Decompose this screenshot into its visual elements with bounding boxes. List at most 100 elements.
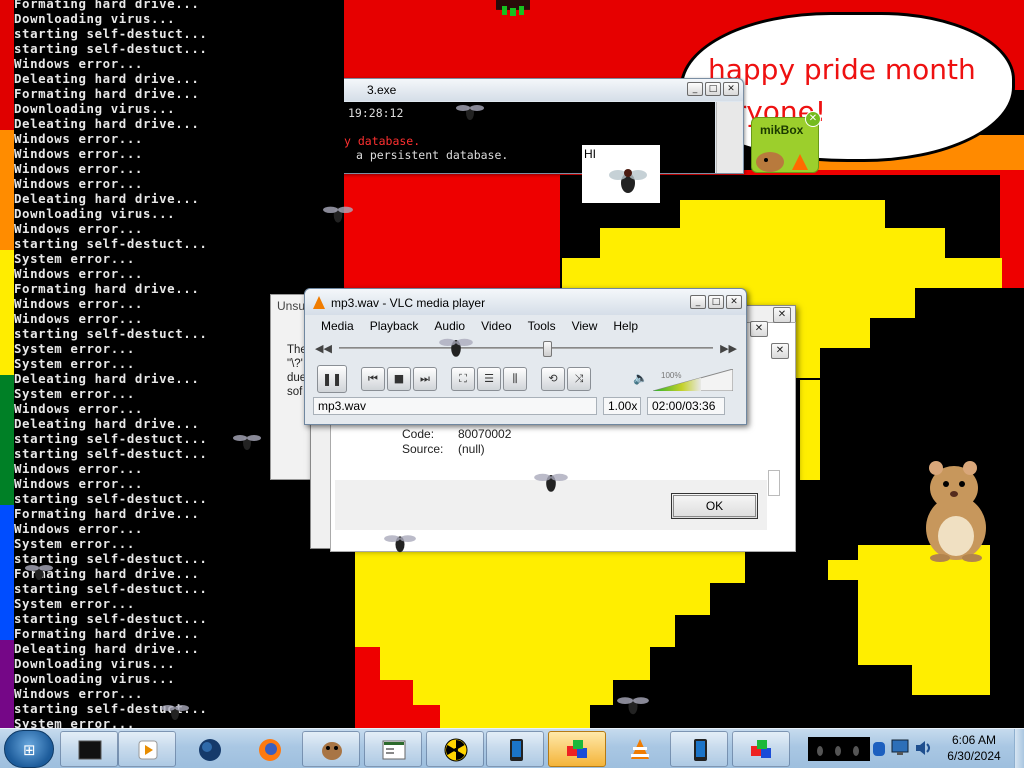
seek-forward-icon[interactable]: ▶▶	[720, 342, 737, 355]
mikbox-close-button[interactable]: ✕	[805, 111, 821, 127]
menu-media[interactable]: Media	[313, 317, 362, 335]
exe-window[interactable]: 3.exe _ □ ✕ 19:28:12 y database. a persi…	[330, 78, 744, 174]
chipmunk-icon	[322, 742, 342, 760]
volume-speaker-icon[interactable]: 🔈	[633, 371, 648, 385]
stop-button[interactable]: ■	[387, 367, 411, 391]
error-dialog2-close-button[interactable]: ✕	[750, 321, 768, 337]
hamster-icon	[926, 461, 986, 562]
menu-playback[interactable]: Playback	[362, 317, 427, 335]
ok-button[interactable]: OK	[671, 493, 758, 519]
error-dialog3-close-button[interactable]: ✕	[771, 343, 789, 359]
seek-handle[interactable]	[542, 341, 552, 357]
fly-icon	[384, 535, 416, 553]
taskbar-item-cube[interactable]	[732, 731, 790, 767]
menu-video[interactable]: Video	[473, 317, 519, 335]
exe-title: 3.exe	[367, 83, 397, 97]
extended-settings-button[interactable]: ⫼	[503, 367, 527, 391]
volume-tray-icon[interactable]	[914, 739, 932, 757]
exe-titlebar[interactable]: 3.exe _ □ ✕	[331, 79, 743, 101]
show-desktop-button[interactable]	[1014, 729, 1024, 768]
playlist-button[interactable]: ☰	[477, 367, 501, 391]
tray-flies-icon	[808, 737, 870, 761]
taskbar-item-globe[interactable]	[180, 731, 238, 767]
exe-close-button[interactable]: ✕	[723, 82, 739, 96]
console-line: Windows error...	[14, 521, 143, 536]
seek-track[interactable]	[339, 347, 713, 349]
taskbar-item-vlc[interactable]	[610, 731, 668, 767]
taskbar: ⊞ 6:06 AM 6/30/2024	[0, 728, 1024, 768]
vlc-minimize-button[interactable]: _	[690, 295, 706, 309]
taskbar-item-spreadsheet[interactable]	[364, 731, 422, 767]
vlc-close-button[interactable]: ✕	[726, 295, 742, 309]
chipmunk-icon	[756, 152, 808, 172]
exe-line	[338, 120, 709, 134]
spreadsheet-icon	[382, 740, 406, 760]
fullscreen-button[interactable]: ⛶	[451, 367, 475, 391]
fly-icon	[323, 206, 353, 223]
green-dots-icon	[496, 0, 530, 16]
taskbar-item-cube-active[interactable]	[548, 731, 606, 767]
taskbar-item-firefox[interactable]	[240, 731, 298, 767]
vlc-menubar: Media Playback Audio Video Tools View He…	[313, 317, 646, 335]
taskbar-item-phone-2[interactable]	[670, 731, 728, 767]
system-clock[interactable]: 6:06 AM 6/30/2024	[934, 732, 1014, 764]
console-line: starting self-destuct...	[14, 41, 208, 56]
shuffle-button[interactable]: ⤨	[567, 367, 591, 391]
loop-button[interactable]: ⟲	[541, 367, 565, 391]
volume-percent: 100%	[661, 371, 682, 380]
bluetooth-icon[interactable]	[872, 741, 886, 757]
exe-minimize-button[interactable]: _	[687, 82, 703, 96]
console-line: System error...	[14, 251, 135, 266]
taskbar-item-radiation[interactable]	[426, 731, 484, 767]
fly-icon	[439, 338, 473, 357]
console-line: Windows error...	[14, 131, 143, 146]
fly-icon	[609, 169, 647, 193]
previous-button[interactable]: ⏮	[361, 367, 385, 391]
vlc-window[interactable]: mp3.wav - VLC media player _ □ ✕ Media P…	[304, 288, 747, 425]
speech-bubble-text: happy pride month ryone!	[708, 53, 976, 128]
status-time[interactable]: 02:00/03:36	[647, 397, 725, 415]
taskbar-item-media-player[interactable]	[118, 731, 176, 767]
console-line: System error...	[14, 536, 135, 551]
seek-back-icon[interactable]: ◀◀	[315, 342, 332, 355]
exe-line: 19:28:12	[348, 106, 404, 120]
console-line: starting self-destuct...	[14, 236, 208, 251]
exe-scrollbar[interactable]	[716, 102, 742, 173]
console-line: starting self-destuct...	[14, 551, 208, 566]
code-value: 80070002	[458, 427, 512, 441]
firefox-icon	[259, 739, 281, 761]
console-line: Windows error...	[14, 161, 143, 176]
vlc-titlebar[interactable]: mp3.wav - VLC media player _ □ ✕	[305, 289, 746, 315]
console-line: Downloading virus...	[14, 101, 176, 116]
console-line: Deleating hard drive...	[14, 116, 200, 131]
network-icon[interactable]	[890, 739, 910, 757]
console-line: Windows error...	[14, 56, 143, 71]
next-button[interactable]: ⏭	[413, 367, 437, 391]
code-label: Code:	[402, 427, 435, 441]
phone-icon	[694, 739, 707, 761]
menu-view[interactable]: View	[564, 317, 606, 335]
vlc-maximize-button[interactable]: □	[708, 295, 724, 309]
radiation-icon	[444, 738, 468, 762]
console-line: starting self-destuct...	[14, 611, 208, 626]
source-value: (null)	[458, 442, 485, 456]
pause-button[interactable]: ❚❚	[317, 365, 347, 393]
taskbar-item-chipmunk[interactable]	[302, 731, 360, 767]
seek-bar[interactable]: ◀◀ ▶▶	[315, 341, 737, 357]
status-speed[interactable]: 1.00x	[603, 397, 641, 415]
start-button[interactable]: ⊞	[4, 730, 54, 768]
console-window-icon	[78, 740, 102, 760]
exe-maximize-button[interactable]: □	[705, 82, 721, 96]
fly-icon	[617, 697, 649, 715]
menu-tools[interactable]: Tools	[520, 317, 564, 335]
cube-icon	[751, 740, 771, 758]
windows-logo-icon: ⊞	[23, 741, 36, 759]
error-dialog-close-button[interactable]: ✕	[773, 307, 791, 323]
taskbar-item-console[interactable]	[60, 731, 118, 767]
taskbar-item-phone[interactable]	[486, 731, 544, 767]
hi-text: HI	[584, 147, 596, 161]
console-line: Formating hard drive...	[14, 0, 200, 11]
menu-help[interactable]: Help	[605, 317, 646, 335]
console-line: Formating hard drive...	[14, 566, 200, 581]
console-line: Formating hard drive...	[14, 86, 200, 101]
